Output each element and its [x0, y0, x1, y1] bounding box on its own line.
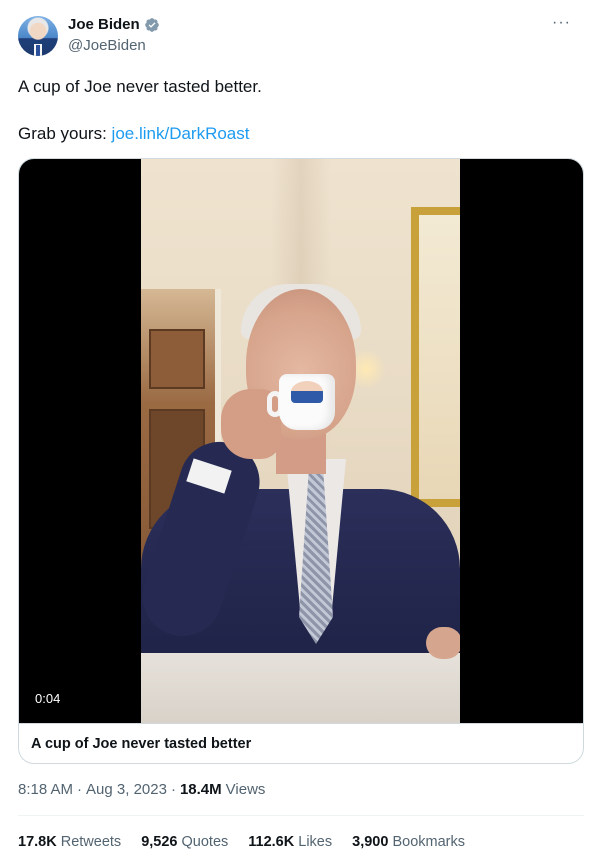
table [141, 653, 460, 723]
tweet-text-line-2: Grab yours: joe.link/DarkRoast [18, 124, 250, 144]
video-frame [141, 159, 460, 723]
mug-print [291, 381, 323, 403]
video-caption[interactable]: A cup of Joe never tasted better [19, 723, 583, 763]
video-card[interactable]: 0:04 A cup of Joe never tasted better [18, 158, 584, 764]
tweet-text-prefix: Grab yours: [18, 124, 112, 143]
video-duration-badge: 0:04 [31, 689, 65, 708]
quotes-label: Quotes [181, 834, 229, 850]
quotes-count: 9,526 [141, 834, 178, 850]
retweets-count: 17.8K [18, 834, 57, 850]
divider [18, 815, 584, 816]
retweets-label: Retweets [60, 834, 122, 850]
tweet-meta: 8:18 AM · Aug 3, 2023 · 18.4M Views [18, 781, 265, 798]
bookmarks-count: 3,900 [352, 834, 389, 850]
tweet-time[interactable]: 8:18 AM [18, 781, 73, 798]
engagement-stats: 17.8K Retweets 9,526 Quotes 112.6K Likes… [18, 834, 465, 850]
tweet-link[interactable]: joe.link/DarkRoast [112, 124, 250, 143]
likes-count: 112.6K [248, 834, 295, 850]
author-name-row: Joe Biden [68, 16, 160, 33]
meta-separator: · [170, 781, 176, 798]
tweet-text-line-1: A cup of Joe never tasted better. [18, 77, 262, 96]
avatar-tie [36, 45, 40, 56]
views-label: Views [225, 781, 266, 798]
tweet-date[interactable]: Aug 3, 2023 [86, 781, 167, 798]
views-count: 18.4M [179, 781, 222, 798]
retweets-stat[interactable]: 17.8K Retweets [18, 834, 121, 850]
mirror [411, 207, 460, 507]
door-panel [149, 329, 205, 389]
bookmarks-label: Bookmarks [392, 834, 465, 850]
quotes-stat[interactable]: 9,526 Quotes [141, 834, 228, 850]
tweet: Joe Biden @JoeBiden ··· A cup of Joe nev… [0, 0, 589, 866]
meta-separator: · [77, 781, 83, 798]
more-horizontal-icon[interactable]: ··· [552, 14, 571, 32]
video-player[interactable]: 0:04 [19, 159, 583, 723]
author-display-name[interactable]: Joe Biden [68, 16, 140, 33]
right-hand [426, 627, 460, 659]
author-handle[interactable]: @JoeBiden [68, 37, 146, 54]
avatar[interactable] [18, 16, 58, 56]
bookmarks-stat[interactable]: 3,900 Bookmarks [352, 834, 465, 850]
likes-stat[interactable]: 112.6K Likes [248, 834, 332, 850]
verified-badge-icon [144, 17, 159, 32]
likes-label: Likes [298, 834, 333, 850]
